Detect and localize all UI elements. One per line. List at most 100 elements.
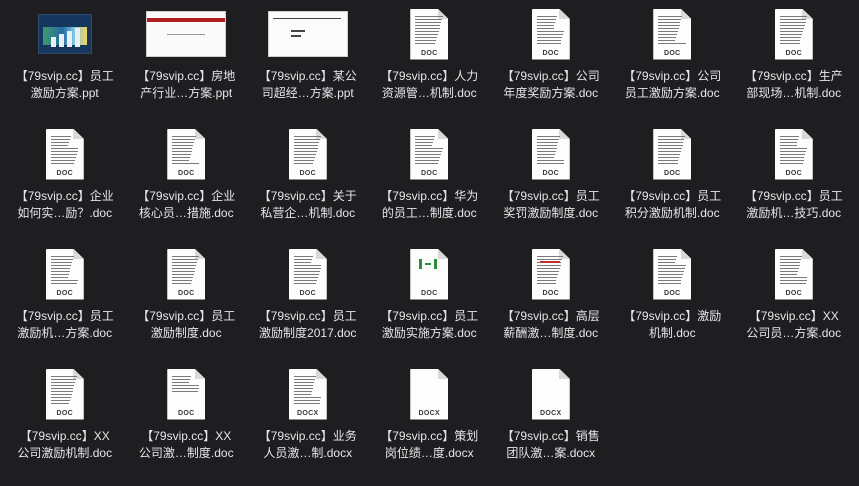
file-thumbnail[interactable]: DOC <box>247 126 368 182</box>
file-name-label: 【79svip.cc】XX 公司激…制度.doc <box>138 429 234 460</box>
file-item[interactable]: DOC 【79svip.cc】激励 机制.doc <box>612 246 734 366</box>
file-item[interactable]: DOC 【79svip.cc】企业 如何实…励？.doc <box>4 126 126 246</box>
file-item[interactable]: DOC 【79svip.cc】员工 激励制度.doc <box>126 246 248 366</box>
file-name-label: 【79svip.cc】人力 资源管…机制.doc <box>380 69 479 100</box>
file-thumbnail[interactable]: DOC <box>126 366 247 422</box>
ppt-preview-icon <box>38 15 91 53</box>
file-thumbnail[interactable]: DOC <box>490 246 611 302</box>
document-icon: DOC <box>653 248 692 300</box>
file-name-label: 【79svip.cc】员工 积分激励机制.doc <box>623 189 722 220</box>
file-type-badge: DOC <box>177 409 196 417</box>
file-thumbnail[interactable]: DOC <box>4 126 125 182</box>
file-thumbnail[interactable]: DOC <box>490 6 611 62</box>
file-name-label: 【79svip.cc】企业 核心员…措施.doc <box>137 189 236 220</box>
file-name-label: 【79svip.cc】房地 产行业…方案.ppt <box>137 69 236 100</box>
file-item[interactable]: DOC 【79svip.cc】员工 激励制度2017.doc <box>247 246 369 366</box>
file-thumbnail[interactable]: DOC <box>369 6 490 62</box>
file-name-label: 【79svip.cc】公司 年度奖励方案.doc <box>501 69 600 100</box>
file-thumbnail[interactable]: DOC <box>733 6 854 62</box>
file-thumbnail[interactable]: DOC <box>4 366 125 422</box>
file-name-label: 【79svip.cc】华为 的员工…制度.doc <box>380 189 479 220</box>
file-type-badge: DOC <box>663 49 682 57</box>
file-thumbnail[interactable]: DOC <box>369 126 490 182</box>
file-thumbnail[interactable]: DOC <box>733 126 854 182</box>
file-item[interactable]: DOC 【79svip.cc】公司 年度奖励方案.doc <box>490 6 612 126</box>
file-item[interactable]: DOC 【79svip.cc】XX 公司激励机制.doc <box>4 366 126 486</box>
file-item[interactable]: 【79svip.cc】房地 产行业…方案.ppt <box>126 6 248 126</box>
file-item[interactable]: DOC 【79svip.cc】员工 激励实施方案.doc <box>369 246 491 366</box>
document-icon: DOC <box>531 128 570 180</box>
file-grid: 【79svip.cc】员工 激励方案.ppt 【79svip.cc】房地 产行业…… <box>0 0 859 473</box>
document-icon: DOC <box>410 128 449 180</box>
file-thumbnail[interactable]: DOC <box>4 246 125 302</box>
document-icon: DOC <box>45 368 84 420</box>
file-name-label: 【79svip.cc】员工 激励制度2017.doc <box>258 309 357 340</box>
file-type-badge: DOC <box>420 49 439 57</box>
file-name-label: 【79svip.cc】某公 司超经…方案.ppt <box>258 69 357 100</box>
file-thumbnail[interactable]: DOC <box>126 246 247 302</box>
file-thumbnail[interactable] <box>4 6 125 62</box>
file-name-label: 【79svip.cc】激励 机制.doc <box>623 309 722 340</box>
file-thumbnail[interactable]: DOC <box>126 126 247 182</box>
document-icon: DOC <box>774 8 813 60</box>
file-item[interactable]: DOC 【79svip.cc】企业 核心员…措施.doc <box>126 126 248 246</box>
file-type-badge: DOC <box>298 169 317 177</box>
file-thumbnail[interactable]: DOCX <box>369 366 490 422</box>
file-type-badge: DOC <box>784 169 803 177</box>
document-icon: DOCX <box>288 368 327 420</box>
file-thumbnail[interactable]: DOC <box>612 246 733 302</box>
file-type-badge: DOC <box>298 289 317 297</box>
file-item[interactable]: DOC 【79svip.cc】员工 激励机…技巧.doc <box>733 126 855 246</box>
file-name-label: 【79svip.cc】策划 岗位绩…度.docx <box>380 429 479 460</box>
file-item[interactable]: 【79svip.cc】某公 司超经…方案.ppt <box>247 6 369 126</box>
file-name-label: 【79svip.cc】企业 如何实…励？.doc <box>15 189 114 220</box>
file-item[interactable]: DOC 【79svip.cc】生产 部现场…机制.doc <box>733 6 855 126</box>
file-thumbnail[interactable] <box>126 6 247 62</box>
file-thumbnail[interactable]: DOC <box>490 126 611 182</box>
file-thumbnail[interactable]: DOC <box>612 6 733 62</box>
file-type-badge: DOC <box>55 169 74 177</box>
file-item[interactable]: DOC 【79svip.cc】员工 积分激励机制.doc <box>612 126 734 246</box>
file-name-label: 【79svip.cc】员工 激励机…方案.doc <box>15 309 114 340</box>
file-item[interactable]: DOC 【79svip.cc】XX 公司员…方案.doc <box>733 246 855 366</box>
file-thumbnail[interactable]: DOCX <box>247 366 368 422</box>
document-icon: DOCX <box>410 368 449 420</box>
file-type-badge: DOC <box>541 289 560 297</box>
file-thumbnail[interactable]: DOC <box>247 246 368 302</box>
file-thumbnail[interactable]: DOCX <box>490 366 611 422</box>
file-thumbnail[interactable] <box>247 6 368 62</box>
file-item[interactable]: DOC 【79svip.cc】华为 的员工…制度.doc <box>369 126 491 246</box>
file-item[interactable]: DOC 【79svip.cc】员工 激励机…方案.doc <box>4 246 126 366</box>
document-icon: DOC <box>288 248 327 300</box>
document-icon: DOC <box>653 128 692 180</box>
file-name-label: 【79svip.cc】员工 激励机…技巧.doc <box>744 189 843 220</box>
file-item[interactable]: DOC 【79svip.cc】员工 奖罚激励制度.doc <box>490 126 612 246</box>
file-item[interactable]: DOC 【79svip.cc】XX 公司激…制度.doc <box>126 366 248 486</box>
document-icon: DOC <box>531 248 570 300</box>
file-type-badge: DOCX <box>417 409 441 417</box>
document-icon: DOC <box>410 248 449 300</box>
document-icon: DOC <box>45 248 84 300</box>
file-item[interactable]: DOCX 【79svip.cc】销售 团队激…案.docx <box>490 366 612 486</box>
file-name-label: 【79svip.cc】员工 激励制度.doc <box>137 309 236 340</box>
file-item[interactable]: DOC 【79svip.cc】人力 资源管…机制.doc <box>369 6 491 126</box>
document-icon: DOC <box>653 8 692 60</box>
file-name-label: 【79svip.cc】业务 人员激…制.docx <box>258 429 357 460</box>
file-item[interactable]: DOC 【79svip.cc】高层 薪酬激…制度.doc <box>490 246 612 366</box>
file-item[interactable]: DOC 【79svip.cc】公司 员工激励方案.doc <box>612 6 734 126</box>
file-name-label: 【79svip.cc】高层 薪酬激…制度.doc <box>501 309 600 340</box>
document-icon: DOC <box>531 8 570 60</box>
file-item[interactable]: DOCX 【79svip.cc】策划 岗位绩…度.docx <box>369 366 491 486</box>
file-type-badge: DOCX <box>296 409 320 417</box>
file-type-badge: DOC <box>420 289 439 297</box>
document-icon: DOC <box>410 8 449 60</box>
file-thumbnail[interactable]: DOC <box>733 246 854 302</box>
file-thumbnail[interactable]: DOC <box>369 246 490 302</box>
document-icon: DOC <box>167 368 206 420</box>
file-item[interactable]: DOCX 【79svip.cc】业务 人员激…制.docx <box>247 366 369 486</box>
document-icon: DOCX <box>531 368 570 420</box>
file-thumbnail[interactable]: DOC <box>612 126 733 182</box>
file-type-badge: DOC <box>784 289 803 297</box>
file-item[interactable]: 【79svip.cc】员工 激励方案.ppt <box>4 6 126 126</box>
file-item[interactable]: DOC 【79svip.cc】关于 私营企…机制.doc <box>247 126 369 246</box>
